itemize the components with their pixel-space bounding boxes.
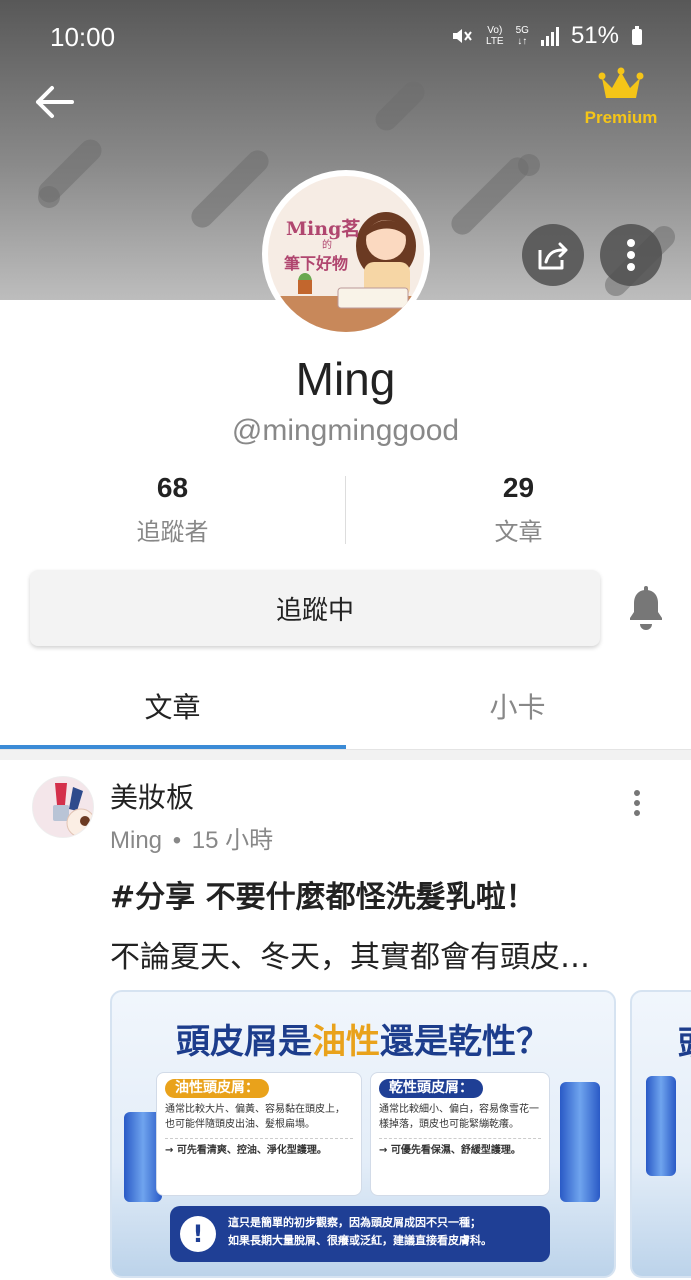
followers-count: 68: [156, 472, 189, 503]
more-vertical-icon[interactable]: [622, 788, 652, 818]
bottle-illustration: [646, 1076, 676, 1176]
articles-label: 文章: [494, 518, 543, 546]
card-peek-heading: 頭: [678, 1016, 691, 1065]
post-author-avatar[interactable]: [32, 776, 94, 838]
post-board-name[interactable]: 美妝板: [110, 776, 194, 816]
battery-icon: [632, 26, 642, 45]
dry-dandruff-box: 乾性頭皮屑： 通常比較細小、偏白，容易像雪花一樣掉落，頭皮也可能緊繃乾癢。 → …: [370, 1072, 550, 1196]
card-heading-part2: 還是乾性？: [380, 1022, 550, 1062]
profile-handle: @mingminggood: [231, 414, 460, 447]
feed-separator: [0, 750, 691, 760]
card-note-line2: 如果長期大量脫屑、很癢或泛紅，建議直接看皮膚科。: [228, 1234, 492, 1247]
dry-title: 乾性頭皮屑：: [379, 1079, 483, 1098]
volte-top-text: Vo): [487, 25, 503, 36]
signal-icon: [540, 26, 559, 46]
followers-stat[interactable]: 68 追蹤者: [0, 472, 345, 547]
profile-tabs: 文章 小卡: [0, 664, 691, 750]
post-title[interactable]: #分享 不要什麼都怪洗髮乳啦！: [110, 872, 536, 916]
battery-text: 51%: [570, 22, 619, 49]
banner-decoration: [518, 154, 540, 176]
post-image-card-next[interactable]: 頭: [630, 990, 691, 1278]
articles-stat[interactable]: 29 文章: [346, 472, 691, 547]
network-5g-indicator: 5G ↓↑: [515, 25, 529, 47]
premium-badge[interactable]: Premium: [581, 66, 661, 128]
oily-dandruff-box: 油性頭皮屑： 通常比較大片、偏黃、容易黏在頭皮上，也可能伴隨頭皮出油、髮根扁塌。…: [156, 1072, 362, 1196]
status-bar: 10:00 Vo) LTE 5G ↓↑ 51%: [0, 0, 691, 76]
profile-avatar[interactable]: Ming茗 的 筆下好物: [262, 170, 430, 338]
exclamation-icon: !: [180, 1216, 216, 1252]
card-note-line1: 這只是簡單的初步觀察，因為頭皮屑成因不只一種；: [228, 1216, 481, 1229]
bottle-illustration: [560, 1082, 600, 1202]
crown-icon: [598, 67, 644, 98]
avatar-text-small: 的: [322, 240, 332, 251]
post-time: 15 小時: [191, 827, 274, 854]
oily-cta: → 可先看清爽、控油、淨化型護理。: [165, 1138, 353, 1158]
card-heading: 頭皮屑是油性還是乾性？: [112, 1014, 614, 1063]
profile-stats: 68 追蹤者 29 文章: [0, 472, 691, 552]
post-excerpt[interactable]: 不論夏天、冬天，其實都會有頭皮…: [110, 932, 590, 976]
card-heading-highlight: 油性: [312, 1022, 380, 1062]
oily-body: 通常比較大片、偏黃、容易黏在頭皮上，也可能伴隨頭皮出油、髮根扁塌。: [165, 1104, 345, 1130]
volte-indicator: Vo) LTE: [486, 25, 504, 47]
active-tab-indicator: [0, 745, 346, 749]
banner-decoration: [38, 186, 60, 208]
board-avatar-illustration: [33, 777, 93, 837]
bell-icon[interactable]: [626, 586, 666, 630]
followers-label: 追蹤者: [136, 518, 209, 546]
tab-cards[interactable]: 小卡: [345, 664, 690, 748]
network-5g-text: 5G: [515, 25, 529, 36]
status-time: 10:00: [50, 22, 116, 52]
post-image-card[interactable]: 頭皮屑是油性還是乾性？ 油性頭皮屑： 通常比較大片、偏黃、容易黏在頭皮上，也可能…: [110, 990, 616, 1278]
banner-decoration: [371, 77, 429, 135]
arrow-left-icon[interactable]: [32, 82, 76, 122]
profile-name: Ming: [295, 353, 396, 405]
more-options-button[interactable]: [600, 224, 662, 286]
banner-decoration: [186, 145, 274, 233]
post-author[interactable]: Ming: [110, 827, 162, 854]
dry-body: 通常比較細小、偏白，容易像雪花一樣掉落，頭皮也可能緊繃乾癢。: [379, 1104, 539, 1130]
share-icon: [538, 242, 568, 270]
avatar-text-subtitle: 筆下好物: [284, 254, 349, 273]
more-vertical-icon: [627, 239, 635, 271]
post-meta: Ming • 15 小時: [110, 827, 274, 854]
tab-articles[interactable]: 文章: [0, 664, 345, 748]
card-heading-part1: 頭皮屑是: [176, 1022, 312, 1062]
following-button[interactable]: 追蹤中: [30, 570, 600, 646]
volte-bottom-text: LTE: [486, 36, 504, 47]
articles-count: 29: [502, 472, 535, 503]
share-button[interactable]: [522, 224, 584, 286]
post-item[interactable]: 美妝板 Ming • 15 小時 #分享 不要什麼都怪洗髮乳啦！ 不論夏天、冬天…: [0, 760, 691, 1280]
status-icons: Vo) LTE 5G ↓↑ 51%: [450, 22, 643, 50]
mute-icon: [453, 29, 472, 43]
premium-label: Premium: [584, 108, 658, 127]
avatar: Ming茗 的 筆下好物: [268, 176, 424, 332]
card-note: ! 這只是簡單的初步觀察，因為頭皮屑成因不只一種； 如果長期大量脫屑、很癢或泛紅…: [170, 1206, 550, 1262]
dry-cta: → 可優先看保濕、舒緩型護理。: [379, 1138, 541, 1158]
oily-title: 油性頭皮屑：: [165, 1079, 269, 1098]
